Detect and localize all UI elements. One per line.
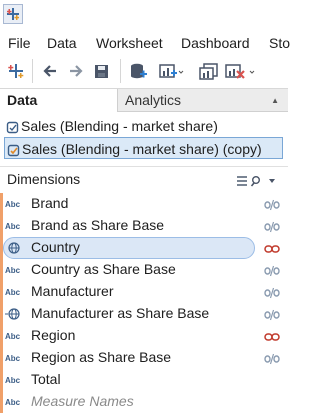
field-name: Brand — [31, 195, 69, 211]
field-name: Region as Share Base — [31, 349, 172, 365]
link-broken-icon[interactable] — [264, 308, 280, 326]
link-broken-icon[interactable] — [264, 264, 280, 282]
list-item[interactable]: Abc Measure Names — [0, 391, 288, 413]
data-source-label: Sales (Blending - market share) — [21, 118, 218, 134]
field-name: Region — [31, 327, 76, 343]
redo-icon[interactable] — [66, 61, 86, 83]
globe-icon — [8, 242, 20, 256]
link-broken-icon[interactable] — [264, 220, 280, 238]
new-worksheet-icon[interactable] — [158, 61, 184, 83]
dimensions-list: Abc Brand Abc Brand as Share Base Countr… — [0, 193, 288, 413]
save-icon[interactable] — [93, 61, 111, 83]
abc-type-icon: Abc — [5, 332, 21, 341]
link-active-icon[interactable] — [264, 242, 280, 260]
field-name: Manufacturer as Share Base — [31, 305, 210, 321]
accent-bar — [0, 391, 3, 413]
link-active-icon[interactable] — [264, 330, 280, 348]
data-source-label: Sales (Blending - market share) (copy) — [22, 141, 262, 157]
title-bar — [0, 0, 288, 30]
tab-data[interactable]: Data — [0, 89, 118, 112]
duplicate-icon[interactable] — [198, 61, 220, 83]
accent-bar — [0, 193, 3, 215]
database-link-primary-icon — [7, 142, 21, 164]
list-item[interactable]: Abc Region as Share Base — [0, 347, 288, 369]
list-item-selected[interactable]: Country — [0, 237, 288, 259]
accent-bar — [0, 369, 3, 391]
list-item[interactable]: Abc Manufacturer — [0, 281, 288, 303]
accent-bar — [0, 215, 3, 237]
menu-worksheet[interactable]: Worksheet — [96, 35, 163, 51]
data-source-item-selected[interactable]: Sales (Blending - market share) (copy) — [4, 137, 283, 159]
accent-bar — [0, 259, 3, 281]
abc-type-icon: Abc — [5, 200, 21, 209]
abc-type-icon: Abc — [5, 398, 21, 407]
list-item[interactable]: Abc Region — [0, 325, 288, 347]
abc-type-icon: Abc — [5, 222, 21, 231]
app-icon — [3, 4, 23, 24]
tab-analytics-label: Analytics — [125, 92, 182, 108]
list-item[interactable]: Abc Brand — [0, 193, 288, 215]
view-list-icon — [237, 176, 247, 186]
tableau-logo-icon[interactable] — [6, 61, 26, 83]
link-broken-icon[interactable] — [264, 198, 280, 216]
clear-icon[interactable] — [224, 61, 258, 83]
undo-icon[interactable] — [40, 61, 60, 83]
list-item[interactable]: Abc Brand as Share Base — [0, 215, 288, 237]
field-name: Country — [31, 239, 81, 255]
field-name: Manufacturer — [31, 283, 114, 299]
dimensions-tools — [236, 174, 282, 187]
field-name: Measure Names — [31, 393, 134, 409]
dimensions-title: Dimensions — [7, 171, 81, 187]
abc-type-icon: Abc — [5, 288, 21, 297]
menu-bar: File Data Worksheet Dashboard Sto — [0, 31, 290, 57]
field-name: Brand as Share Base — [31, 217, 165, 233]
toolbar-separator — [120, 59, 121, 83]
menu-data[interactable]: Data — [47, 35, 77, 51]
globe-icon — [5, 308, 25, 322]
list-item[interactable]: Abc Country as Share Base — [0, 259, 288, 281]
panel-menu-caret-icon[interactable]: ▲ — [271, 89, 279, 112]
chevron-down-icon — [269, 179, 275, 183]
link-broken-icon[interactable] — [264, 352, 280, 370]
accent-bar — [0, 303, 3, 325]
panel-tabs: Data Analytics ▲ — [0, 88, 288, 112]
accent-bar — [0, 325, 3, 347]
abc-type-icon: Abc — [5, 266, 21, 275]
abc-type-icon: Abc — [5, 354, 21, 363]
tab-analytics[interactable]: Analytics ▲ — [118, 89, 288, 112]
search-icon — [250, 176, 261, 187]
list-item[interactable]: Manufacturer as Share Base — [0, 303, 288, 325]
dimensions-header: Dimensions — [0, 166, 288, 192]
accent-bar — [0, 281, 3, 303]
toolbar-separator — [32, 59, 33, 83]
link-broken-icon[interactable] — [264, 286, 280, 304]
abc-type-icon: Abc — [5, 376, 21, 385]
field-name: Country as Share Base — [31, 261, 176, 277]
new-data-source-icon[interactable] — [128, 61, 148, 83]
list-item[interactable]: Abc Total — [0, 369, 288, 391]
accent-bar — [0, 347, 3, 369]
menu-dashboard[interactable]: Dashboard — [181, 35, 250, 51]
field-name: Total — [31, 371, 61, 387]
menu-story[interactable]: Sto — [269, 35, 290, 51]
menu-file[interactable]: File — [8, 35, 31, 51]
toolbar — [0, 57, 288, 87]
